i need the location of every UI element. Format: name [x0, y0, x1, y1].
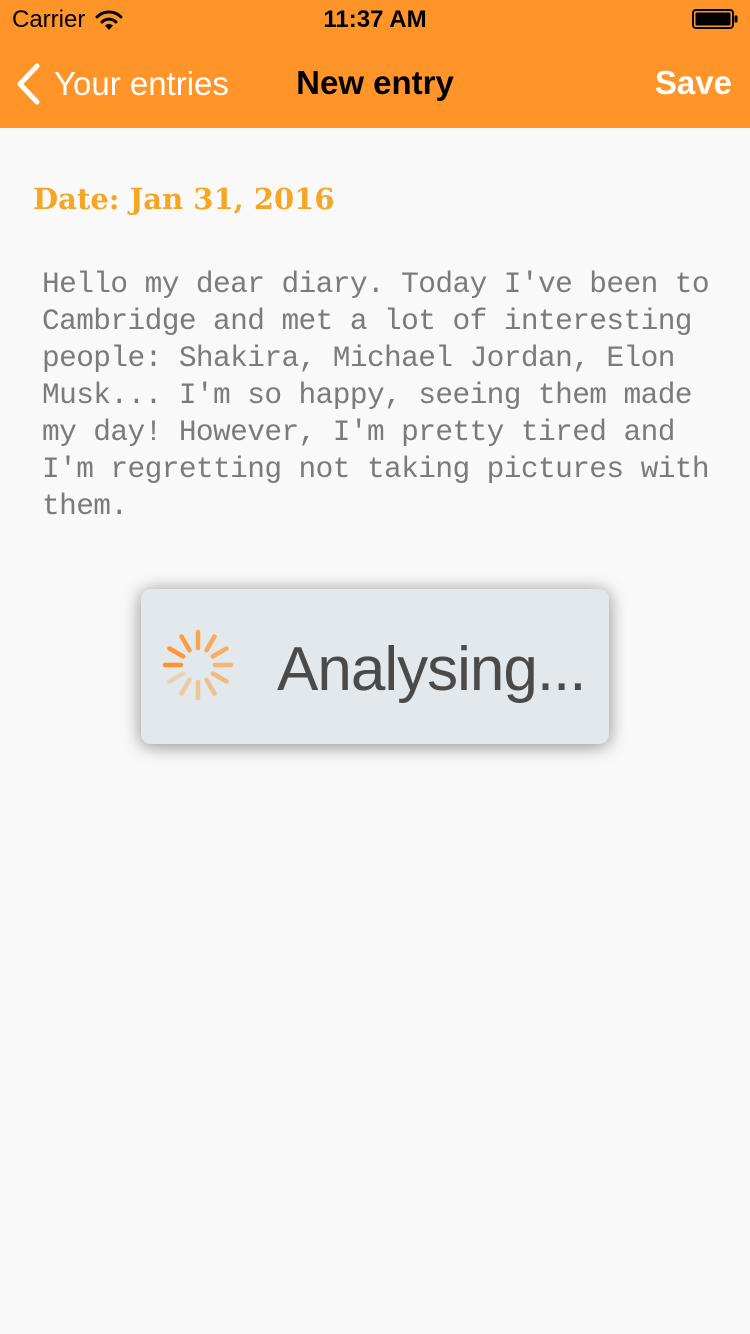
spinner-spoke: [210, 646, 229, 659]
entry-text-area[interactable]: Hello my dear diary. Today I've been to …: [42, 266, 722, 525]
page-title: New entry: [296, 64, 454, 101]
spinner-spoke: [179, 677, 192, 696]
spinner-spoke: [204, 677, 217, 696]
loading-message: Analysing...: [277, 635, 587, 704]
spinner-spoke: [167, 671, 186, 684]
status-bar: Carrier 11:37 AM: [0, 0, 750, 40]
header: Carrier 11:37 AM Your entries New entry …: [0, 0, 750, 128]
navigation-bar: Your entries New entry Save: [0, 40, 750, 128]
spinner-spoke: [204, 634, 217, 653]
battery-icon: [692, 9, 738, 29]
spinner-spoke: [179, 634, 192, 653]
spinner-spoke: [167, 646, 186, 659]
status-time: 11:37 AM: [323, 6, 427, 33]
spinner-spoke: [210, 671, 229, 684]
loading-spinner-icon: [162, 629, 234, 701]
entry-date: Date: Jan 31, 2016: [33, 182, 335, 216]
save-button[interactable]: Save: [655, 64, 732, 102]
